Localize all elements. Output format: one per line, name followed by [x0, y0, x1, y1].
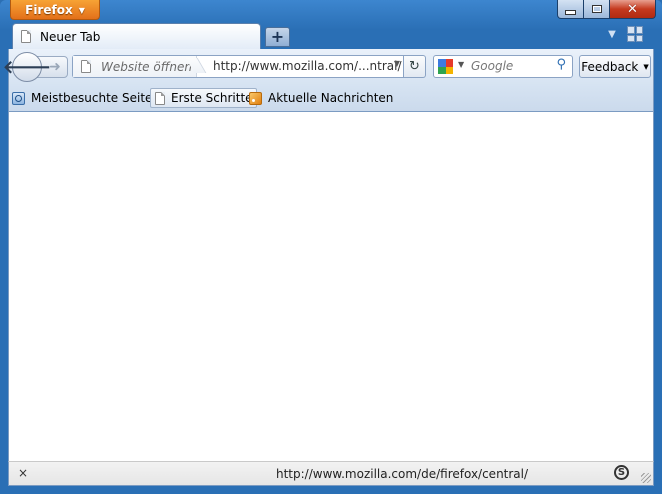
page-content[interactable]	[8, 112, 654, 461]
dropdown-arrow-icon: ▼	[78, 6, 85, 15]
window-controls: ✕	[557, 0, 656, 20]
bookmark-label: Meistbesuchte Seiten	[31, 91, 161, 105]
close-window-button[interactable]: ✕	[610, 0, 656, 19]
most-visited-icon	[12, 91, 25, 105]
site-identity-button[interactable]: Website öffnen	[73, 56, 197, 77]
bookmark-most-visited[interactable]: Meistbesuchte Seiten	[12, 88, 160, 108]
status-url: http://www.mozilla.com/de/firefox/centra…	[276, 467, 529, 481]
bookmark-latest-headlines[interactable]: Aktuelle Nachrichten	[249, 88, 393, 108]
add-on-bar: × http://www.mozilla.com/de/firefox/cent…	[8, 461, 654, 486]
url-input[interactable]: http://www.mozilla.com/...ntral/	[213, 59, 402, 73]
sync-icon[interactable]: S	[614, 465, 629, 480]
bookmark-getting-started[interactable]: Erste Schritte	[150, 88, 257, 108]
chevron-down-icon: ▼	[608, 29, 616, 40]
resize-grip[interactable]	[641, 473, 651, 483]
search-engine-dropdown-icon[interactable]: ▼	[458, 60, 464, 69]
tab-label: Neuer Tab	[40, 29, 101, 44]
dropdown-arrow-icon: ▼	[643, 62, 649, 71]
feedback-label: Feedback	[581, 59, 639, 74]
rss-feed-icon	[249, 91, 262, 105]
feedback-button[interactable]: Feedback ▼	[579, 55, 651, 78]
reload-icon: ↻	[409, 59, 420, 74]
page-icon	[81, 60, 91, 73]
close-icon: ✕	[627, 1, 638, 17]
tab-groups-button[interactable]	[627, 26, 643, 42]
back-arrow-icon: 🡐	[2, 56, 52, 78]
firefox-menu-label: Firefox	[25, 3, 73, 17]
back-button[interactable]: 🡐	[3, 52, 51, 82]
window-frame: Firefox ▼ ✕ Neuer Tab + ▼ ➜ 🡐 Website öff…	[0, 0, 662, 494]
firefox-menu-button[interactable]: Firefox ▼	[10, 0, 100, 20]
search-bar[interactable]: ▼ Google ⚲	[433, 55, 573, 78]
google-engine-icon[interactable]	[438, 59, 453, 74]
close-add-on-bar-button[interactable]: ×	[18, 466, 28, 480]
panorama-icon	[627, 26, 635, 34]
plus-icon: +	[270, 27, 285, 46]
site-identity-label: Website öffnen	[101, 59, 192, 74]
reload-button[interactable]: ↻	[404, 55, 426, 78]
search-icon[interactable]: ⚲	[556, 57, 566, 72]
tab-neuer-tab[interactable]: Neuer Tab	[12, 23, 261, 49]
bookmarks-toolbar: Meistbesuchte Seiten Erste Schritte Aktu…	[8, 85, 654, 112]
search-input[interactable]: Google	[471, 59, 513, 73]
page-icon	[155, 91, 165, 105]
minimize-icon	[565, 9, 576, 15]
maximize-icon	[591, 5, 602, 13]
bookmark-label: Erste Schritte	[171, 91, 253, 105]
maximize-button[interactable]	[584, 0, 610, 19]
page-icon	[21, 30, 31, 43]
list-all-tabs-button[interactable]: ▼	[604, 27, 620, 43]
navigation-toolbar: ➜ 🡐 Website öffnen http://www.mozilla.co…	[3, 49, 654, 85]
bookmark-label: Aktuelle Nachrichten	[268, 91, 394, 105]
url-bar[interactable]: Website öffnen http://www.mozilla.com/..…	[72, 55, 404, 78]
new-tab-button[interactable]: +	[265, 27, 290, 47]
minimize-button[interactable]	[557, 0, 584, 19]
url-history-dropdown-icon[interactable]: ▼	[394, 59, 400, 68]
